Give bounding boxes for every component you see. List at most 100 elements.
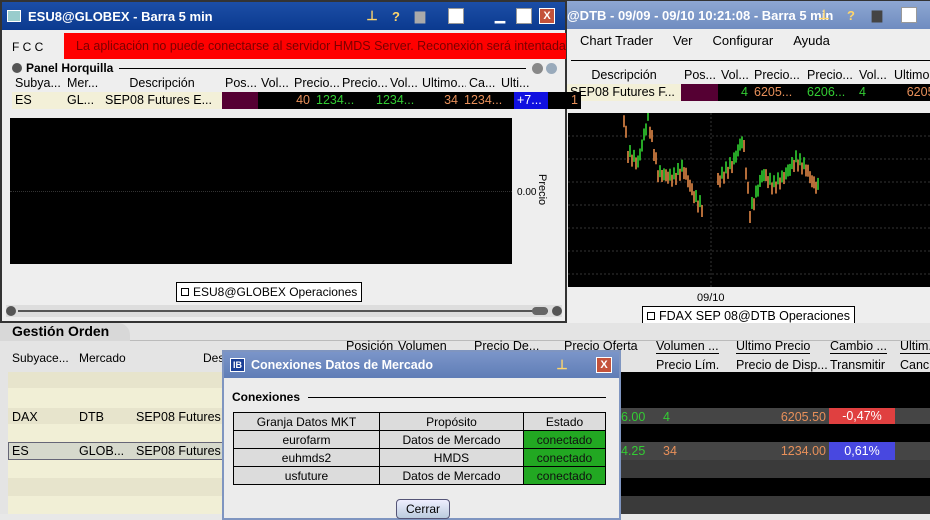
pin-icon[interactable]: ⊥: [816, 7, 832, 23]
maximize-button[interactable]: [516, 8, 532, 24]
price-chart[interactable]: [568, 113, 930, 287]
menu-bar: Chart Trader Ver Configurar Ayuda: [577, 33, 847, 48]
mkt-cell: DTB: [79, 410, 104, 424]
table-header: Granja Datos MKT Propósito Estado: [233, 412, 606, 431]
col-header: Granja Datos MKT: [233, 412, 380, 431]
connection-row: usfuture Datos de Mercado conectado: [233, 466, 606, 485]
dialog-title-bar: IB Conexiones Datos de Mercado ⊥ X: [224, 352, 619, 378]
table-row[interactable]: SEP08 Futures F... 4 6205... 6206... 4 6…: [567, 84, 930, 101]
col-header: Mer...: [67, 76, 99, 90]
col-header: Volumen ...: [656, 339, 719, 354]
col-header: Vol...: [261, 76, 289, 90]
scroll-right-icon[interactable]: [552, 306, 562, 316]
mkt-cell: GLOB...: [79, 444, 125, 458]
close-button[interactable]: X: [539, 8, 555, 24]
chart-window-esu8: ESU8@GLOBEX - Barra 5 min ⊥ ? ▆ ▁ X F C …: [0, 0, 581, 323]
error-text: La aplicación no puede conectarse al ser…: [76, 39, 566, 53]
price-tick: 0.00: [517, 187, 537, 198]
change-cell: 0,61%: [829, 442, 895, 460]
header-bottom-row: Precio Lím. Precio de Disp... Transmitir Ca…: [656, 358, 930, 372]
sub-cell: DAX: [12, 410, 38, 424]
pin-icon[interactable]: ⊥: [364, 8, 380, 24]
bid-size-cell: 40: [258, 92, 313, 109]
row-bg: [620, 388, 930, 408]
minimize-button[interactable]: ▁: [492, 8, 508, 24]
date-tick: 09/10: [697, 292, 725, 304]
scroll-track: [18, 310, 548, 312]
underlying-cell: ES: [12, 92, 64, 109]
position-cell: [681, 84, 718, 101]
ask-size-cell: 34: [429, 92, 461, 109]
status-cell: conectado: [523, 430, 606, 449]
error-banner: La aplicación no puede conectarse al ser…: [64, 33, 566, 59]
desc-cell: SEP08 Futures: [136, 444, 221, 458]
tools-icon[interactable]: ▆: [412, 8, 428, 24]
connection-row: euhmds2 HMDS conectado: [233, 448, 606, 467]
col-header: Canc.: [900, 358, 930, 372]
close-dialog-button[interactable]: Cerrar: [396, 499, 450, 519]
legend-label: FDAX SEP 08@DTB Operaciones: [659, 309, 851, 323]
table-header: Descripción Pos... Vol... Precio... Prec…: [567, 68, 930, 82]
chart-legend[interactable]: ESU8@GLOBEX Operaciones: [176, 282, 363, 302]
status-cell: conectado: [523, 466, 606, 485]
window-icon[interactable]: [901, 7, 917, 23]
ask-cell: 1234...: [373, 92, 429, 109]
row-bg: [620, 424, 930, 442]
title-bar: ESU8@GLOBEX - Barra 5 min ⊥ ? ▆ ▁ X: [2, 2, 565, 30]
offer-cell: 4.25: [621, 444, 646, 458]
bid-cell: 1234...: [313, 92, 373, 109]
scroll-left-icon[interactable]: [6, 306, 16, 316]
panel-header[interactable]: Panel Horquilla: [12, 61, 557, 75]
divider: [571, 60, 930, 61]
description-cell: SEP08 Futures E...: [102, 92, 222, 109]
chart-window-fdax: @DTB - 09/09 - 09/10 10:21:08 - Barra 5 …: [560, 0, 930, 332]
pin-icon[interactable]: ⊥: [554, 357, 570, 373]
col-header: Ulti...: [501, 76, 530, 90]
col-header: Precio...: [807, 68, 853, 82]
menu-ver[interactable]: Ver: [670, 33, 696, 48]
col-header: Precio de Disp...: [736, 358, 828, 372]
settings-icon[interactable]: [532, 62, 543, 74]
horizontal-scrollbar[interactable]: [6, 305, 562, 317]
tools-icon[interactable]: ▆: [869, 7, 885, 23]
ib-logo-icon: IB: [230, 358, 245, 372]
col-header: Precio...: [754, 68, 800, 82]
window-icon[interactable]: [448, 8, 464, 24]
desc-cell: SEP08 Futures: [136, 410, 221, 424]
axis-label: Precio: [536, 174, 548, 206]
tab-gestion-orden[interactable]: Gestión Orden: [0, 323, 130, 341]
menu-chart-trader[interactable]: Chart Trader: [577, 33, 656, 48]
menu-fragment[interactable]: F C C: [12, 40, 43, 54]
table-header: Subya... Mer... Descripción Pos... Vol..…: [12, 76, 530, 90]
col-header: Precio...: [342, 76, 387, 90]
price-chart[interactable]: [10, 118, 512, 264]
col-header: Cambio ...: [830, 339, 887, 354]
help-icon[interactable]: ?: [388, 8, 404, 24]
scroll-thumb[interactable]: [532, 307, 548, 315]
col-header: Vol...: [721, 68, 749, 82]
last-price-cell: 1234.00: [780, 444, 826, 458]
window-title: @DTB - 09/09 - 09/10 10:21:08 - Barra 5 …: [567, 7, 834, 23]
refresh-icon[interactable]: [546, 62, 557, 74]
col-header: Transmitir: [830, 358, 886, 372]
col-header: Precio...: [294, 76, 339, 90]
menu-ayuda[interactable]: Ayuda: [790, 33, 833, 48]
col-header: Pos...: [225, 76, 257, 90]
change-cell: -0,47%: [829, 408, 895, 424]
bid-cell: 6205...: [751, 84, 804, 101]
col-header: Ultimo: [894, 68, 930, 82]
last-price-cell: 6205.50: [780, 410, 826, 424]
col-header: Subyace...: [12, 351, 69, 365]
farm-cell: usfuture: [233, 466, 380, 485]
help-icon[interactable]: ?: [843, 7, 859, 23]
purpose-cell: Datos de Mercado: [378, 430, 525, 449]
close-button[interactable]: X: [596, 357, 612, 373]
col-header: Ultimo...: [422, 76, 466, 90]
menu-configurar[interactable]: Configurar: [710, 33, 777, 48]
vol-cell: 4: [663, 410, 670, 424]
col-header: Vol...: [390, 76, 418, 90]
col-header: Estado: [523, 412, 606, 431]
table-row[interactable]: ES GL... SEP08 Futures E... 40 1234... 1…: [12, 92, 581, 109]
collapse-icon[interactable]: [12, 63, 22, 73]
section-header: Conexiones: [232, 390, 606, 404]
